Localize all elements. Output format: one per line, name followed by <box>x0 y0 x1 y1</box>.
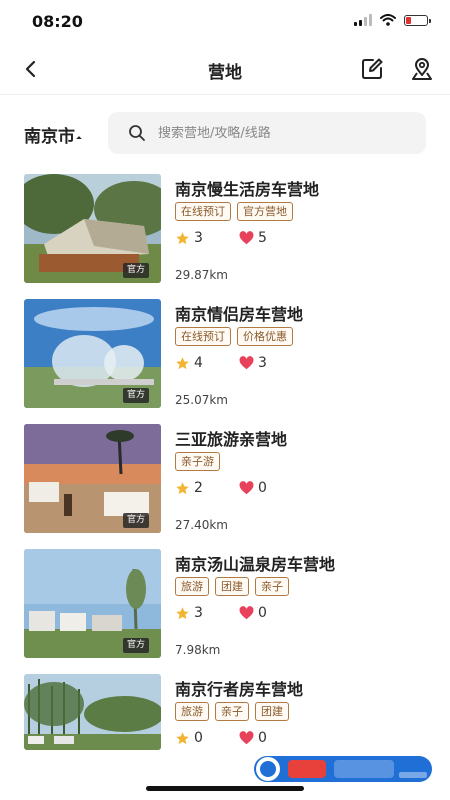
camp-distance: 29.87km <box>175 268 228 282</box>
camp-stats: 3 0 <box>175 605 303 621</box>
star-icon <box>176 481 189 494</box>
camp-stats: 0 0 <box>175 730 303 746</box>
star-icon <box>176 231 189 244</box>
watermark-logo <box>254 754 432 784</box>
status-icons <box>354 14 431 26</box>
search-box[interactable] <box>108 112 426 154</box>
camp-tags: 在线预订 官方营地 <box>175 202 293 221</box>
map-pin-icon <box>412 58 432 80</box>
rating-stat: 2 <box>175 480 239 496</box>
edit-icon <box>362 58 383 79</box>
camp-thumbnail <box>24 674 161 750</box>
camp-name: 南京情侣房车营地 <box>175 305 304 324</box>
like-count: 5 <box>258 230 267 246</box>
search-icon <box>128 124 146 142</box>
like-count: 0 <box>258 730 267 746</box>
camp-tag: 在线预订 <box>175 327 231 346</box>
camp-list-item[interactable]: 官方 三亚旅游亲营地 亲子游 2 0 27.40km <box>0 424 450 549</box>
camp-name: 南京慢生活房车营地 <box>175 180 320 199</box>
star-icon <box>176 356 189 369</box>
camp-name: 南京行者房车营地 <box>175 680 304 699</box>
rating-count: 2 <box>194 480 203 496</box>
camp-tags: 旅游 亲子 团建 <box>175 702 289 721</box>
heart-icon <box>239 731 254 745</box>
like-count: 0 <box>258 480 267 496</box>
like-stat[interactable]: 0 <box>239 605 303 621</box>
like-count: 3 <box>258 355 267 371</box>
camp-tag: 旅游 <box>175 577 209 596</box>
camp-thumbnail: 官方 <box>24 299 161 408</box>
home-indicator[interactable] <box>146 786 304 791</box>
official-badge: 官方 <box>122 263 149 278</box>
status-bar: 08:20 <box>0 0 450 44</box>
camp-stats: 2 0 <box>175 480 303 496</box>
camp-list-item[interactable]: 官方 南京情侣房车营地 在线预订 价格优惠 4 3 25.07km <box>0 299 450 424</box>
camp-distance: 25.07km <box>175 393 228 407</box>
official-badge: 官方 <box>122 638 149 653</box>
rating-count: 3 <box>194 605 203 621</box>
like-count: 0 <box>258 605 267 621</box>
official-badge: 官方 <box>122 513 149 528</box>
camp-tag: 团建 <box>215 577 249 596</box>
camp-distance: 7.98km <box>175 643 221 657</box>
like-stat[interactable]: 5 <box>239 230 303 246</box>
camp-list: 官方 南京慢生活房车营地 在线预订 官方营地 3 5 29.87km 官方 南京… <box>0 174 450 799</box>
camp-stats: 4 3 <box>175 355 303 371</box>
like-stat[interactable]: 0 <box>239 480 303 496</box>
camp-name: 三亚旅游亲营地 <box>175 430 288 449</box>
like-stat[interactable]: 0 <box>239 730 303 746</box>
camp-tag: 亲子 <box>255 577 289 596</box>
rating-stat: 4 <box>175 355 239 371</box>
star-icon <box>176 606 189 619</box>
camp-thumbnail: 官方 <box>24 174 161 283</box>
battery-icon <box>404 14 431 26</box>
heart-icon <box>239 481 254 495</box>
city-name: 南京市 <box>24 126 75 147</box>
heart-icon <box>239 231 254 245</box>
camp-list-item[interactable]: 官方 南京汤山温泉房车营地 旅游 团建 亲子 3 0 7.98km <box>0 549 450 674</box>
wifi-icon <box>380 14 396 26</box>
rating-count: 4 <box>194 355 203 371</box>
camp-thumbnail: 官方 <box>24 549 161 658</box>
camp-tags: 在线预订 价格优惠 <box>175 327 293 346</box>
status-time: 08:20 <box>32 12 83 31</box>
rating-stat: 3 <box>175 605 239 621</box>
nav-bar: 营地 <box>0 44 450 95</box>
rating-count: 0 <box>194 730 203 746</box>
camp-tag: 团建 <box>255 702 289 721</box>
camp-tag: 官方营地 <box>237 202 293 221</box>
like-stat[interactable]: 3 <box>239 355 303 371</box>
camp-thumbnail: 官方 <box>24 424 161 533</box>
heart-icon <box>239 356 254 370</box>
city-selector[interactable]: 南京市 <box>24 120 82 148</box>
search-input[interactable] <box>158 125 398 141</box>
rating-count: 3 <box>194 230 203 246</box>
camp-tag: 在线预订 <box>175 202 231 221</box>
star-icon <box>176 731 189 744</box>
camp-stats: 3 5 <box>175 230 303 246</box>
caret-down-icon <box>76 136 82 142</box>
camp-tag: 亲子游 <box>175 452 220 471</box>
rating-stat: 3 <box>175 230 239 246</box>
location-button[interactable] <box>408 55 436 83</box>
rating-stat: 0 <box>175 730 239 746</box>
camp-tags: 亲子游 <box>175 452 220 471</box>
cellular-signal-icon <box>354 14 372 26</box>
camp-distance: 27.40km <box>175 518 228 532</box>
edit-button[interactable] <box>358 55 386 83</box>
heart-icon <box>239 606 254 620</box>
camp-list-item[interactable]: 官方 南京慢生活房车营地 在线预订 官方营地 3 5 29.87km <box>0 174 450 299</box>
official-badge: 官方 <box>122 388 149 403</box>
camp-tags: 旅游 团建 亲子 <box>175 577 289 596</box>
camp-tag: 亲子 <box>215 702 249 721</box>
camp-tag: 旅游 <box>175 702 209 721</box>
camp-tag: 价格优惠 <box>237 327 293 346</box>
camp-name: 南京汤山温泉房车营地 <box>175 555 336 574</box>
